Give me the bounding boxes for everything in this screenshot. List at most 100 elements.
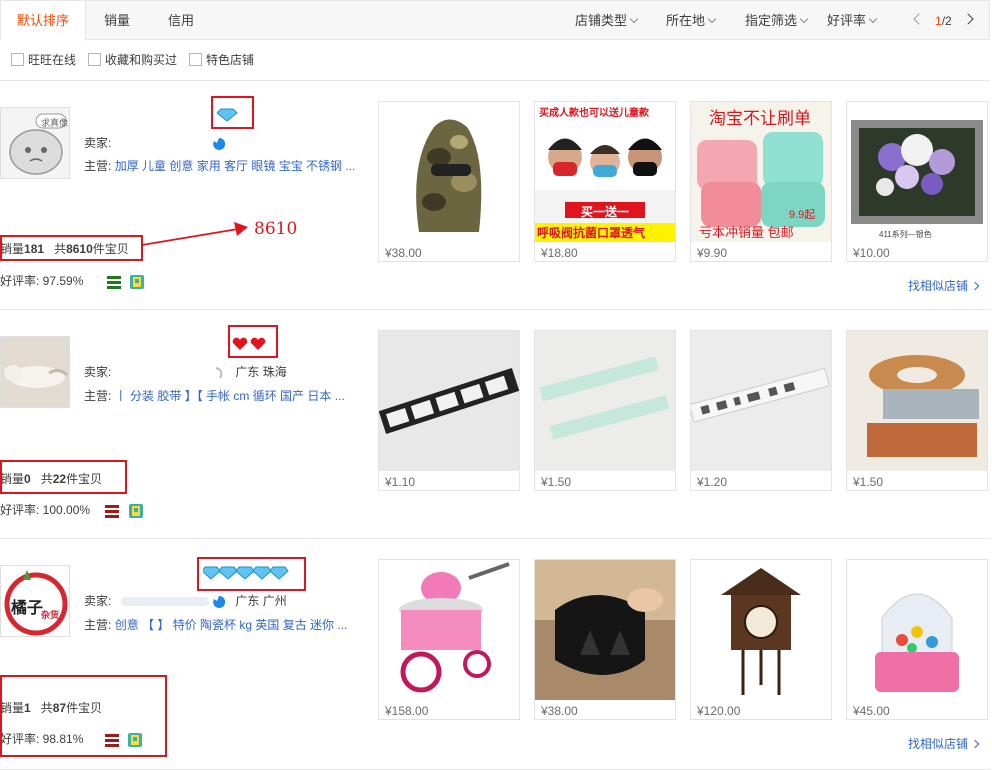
- prev-page-icon[interactable]: [913, 13, 925, 25]
- wangwang-icon[interactable]: [212, 366, 226, 380]
- product-caption-mid: 买一送一: [581, 205, 630, 219]
- rating-text: 好评率: 97.59%: [0, 274, 84, 288]
- wangwang-online-checkbox[interactable]: 旺旺在线: [11, 53, 76, 67]
- shop-location: 广东 广州: [235, 594, 287, 608]
- rating-label: 好评率: [827, 13, 867, 28]
- product-price: ¥18.80: [541, 246, 578, 260]
- main-label: 主营:: [84, 618, 112, 632]
- product-price: ¥38.00: [541, 704, 578, 718]
- featured-shop-checkbox[interactable]: 特色店铺: [189, 53, 254, 67]
- rating-dropdown[interactable]: 好评率: [827, 1, 878, 41]
- find-similar-shops-link[interactable]: 找相似店铺: [908, 277, 980, 294]
- current-page: 1: [935, 14, 942, 28]
- seller-row: 卖家: 广东 珠海: [84, 363, 287, 380]
- tab-sales[interactable]: 销量: [85, 1, 149, 41]
- find-similar-label: 找相似店铺: [908, 279, 969, 293]
- find-similar-shops-link[interactable]: 找相似店铺: [908, 735, 980, 752]
- checkbox-label: 收藏和购买过: [105, 53, 178, 67]
- product-price: ¥1.20: [697, 475, 728, 489]
- chevron-down-icon: [707, 14, 717, 24]
- filter-bar: 旺旺在线 收藏和购买过 特色店铺: [0, 40, 990, 81]
- tape-rolls-icon: [847, 331, 987, 471]
- product-card[interactable]: ¥1.10: [378, 330, 520, 491]
- seller-name[interactable]: [120, 368, 209, 378]
- text-tape-icon: [691, 331, 831, 471]
- product-price: ¥1.50: [853, 475, 884, 489]
- product-price: ¥1.50: [541, 475, 572, 489]
- cat-photo-icon: [1, 337, 69, 407]
- main-categories[interactable]: 丨 分装 胶带 】【 手帐 cm 循环 国产 日本 ...: [115, 389, 345, 403]
- main-label: 主营:: [84, 159, 112, 173]
- shop-card: 求真像 卖家: 主营: 加厚 儿童 创意 家用 客厅 眼镜 宝宝 不锈钢 ...…: [0, 81, 990, 310]
- favorited-checkbox[interactable]: 收藏和购买过: [88, 53, 177, 67]
- shop-type-label: 店铺类型: [575, 13, 628, 28]
- wangwang-icon[interactable]: [212, 137, 226, 151]
- credit-highlight-box: [228, 325, 278, 358]
- arrow-annotation-icon: [141, 222, 248, 246]
- product-card[interactable]: ¥38.00: [534, 559, 676, 720]
- mobile-badge-icon: [130, 274, 145, 289]
- checkbox-box[interactable]: [88, 53, 101, 66]
- seller-label: 卖家:: [84, 365, 112, 379]
- annotation-value: 8610: [254, 219, 298, 239]
- tab-default-sort[interactable]: 默认排序: [1, 1, 86, 41]
- shop-card: 橘子 杂货 卖家: 广东 广州 主营: 创意 【 】 特价 陶瓷杯 kg 英国 …: [0, 539, 990, 770]
- main-category-row: 主营: 加厚 儿童 创意 家用 客厅 眼镜 宝宝 不锈钢 ...: [84, 157, 364, 174]
- flower-painting-icon: 411系列—银色: [847, 102, 987, 242]
- main-categories[interactable]: 加厚 儿童 创意 家用 客厅 眼镜 宝宝 不锈钢 ...: [115, 159, 356, 173]
- sales-highlight-box: [0, 460, 127, 494]
- wangwang-icon[interactable]: [212, 595, 226, 609]
- credit-highlight-box: [197, 557, 306, 591]
- product-price: ¥10.00: [853, 246, 890, 260]
- product-caption-bottom: 呼吸阀抗菌口罩透气: [537, 226, 646, 240]
- product-card[interactable]: 买成人款也可以送儿童款 买一送一 呼吸阀抗菌口罩透气 ¥18.80: [534, 101, 676, 262]
- shop-logo[interactable]: [0, 336, 70, 408]
- logo-subtext: 杂货: [41, 610, 60, 620]
- product-card[interactable]: ¥1.50: [846, 330, 988, 491]
- credit-highlight-box: [211, 96, 254, 129]
- seller-row: 卖家:: [84, 134, 226, 151]
- shop-logo[interactable]: 橘子 杂货: [0, 565, 70, 637]
- bars-icon: [106, 275, 121, 289]
- checkbox-box[interactable]: [189, 53, 202, 66]
- product-price: ¥1.10: [385, 475, 416, 489]
- next-page-icon[interactable]: [962, 13, 974, 25]
- pager: 1/2: [935, 1, 952, 41]
- product-price: ¥9.90: [697, 246, 728, 260]
- mint-tape-icon: [535, 331, 675, 471]
- seller-label: 卖家:: [84, 594, 112, 608]
- mobile-badge-icon: [128, 503, 143, 518]
- shop-type-dropdown[interactable]: 店铺类型: [575, 1, 639, 41]
- chevron-right-icon: [970, 739, 980, 749]
- main-label: 主营:: [84, 389, 112, 403]
- seller-name[interactable]: [120, 597, 209, 607]
- candy-dispenser-icon: [847, 560, 987, 700]
- camo-balaclava-icon: [379, 102, 519, 242]
- location-dropdown[interactable]: 所在地: [666, 1, 717, 41]
- filter-dropdown[interactable]: 指定筛选: [745, 1, 809, 41]
- product-card[interactable]: ¥45.00: [846, 559, 988, 720]
- chevron-down-icon: [868, 14, 878, 24]
- product-price: ¥38.00: [385, 246, 422, 260]
- product-caption-bottom: 亏本冲销量 包邮: [699, 225, 794, 240]
- product-card[interactable]: 411系列—银色 ¥10.00: [846, 101, 988, 262]
- seller-label: 卖家:: [84, 136, 112, 150]
- product-card[interactable]: ¥38.00: [378, 101, 520, 262]
- cuckoo-clock-icon: [691, 560, 831, 700]
- shop-card: 卖家: 广东 珠海 主营: 丨 分装 胶带 】【 手帐 cm 循环 国产 日本 …: [0, 310, 990, 539]
- product-card[interactable]: ¥120.00: [690, 559, 832, 720]
- product-card[interactable]: 淘宝不让刷单 9.9起 亏本冲销量 包邮 ¥9.90: [690, 101, 832, 262]
- sort-bar: 默认排序 销量 信用 店铺类型 所在地 指定筛选 好评率 1/2: [0, 0, 990, 41]
- product-caption-bottom: 411系列—银色: [879, 230, 932, 239]
- checkbox-box[interactable]: [11, 53, 24, 66]
- seller-name[interactable]: [120, 139, 209, 149]
- shop-logo[interactable]: 求真像: [0, 107, 70, 179]
- filter-label: 指定筛选: [745, 13, 798, 28]
- sales-highlight-box: [0, 675, 167, 757]
- product-card[interactable]: ¥1.20: [690, 330, 832, 491]
- product-card[interactable]: ¥1.50: [534, 330, 676, 491]
- main-categories[interactable]: 创意 【 】 特价 陶瓷杯 kg 英国 复古 迷你 ...: [115, 618, 348, 632]
- tab-credit[interactable]: 信用: [149, 1, 213, 41]
- rating-info: 好评率: 100.00%: [0, 501, 143, 518]
- product-card[interactable]: ¥158.00: [378, 559, 520, 720]
